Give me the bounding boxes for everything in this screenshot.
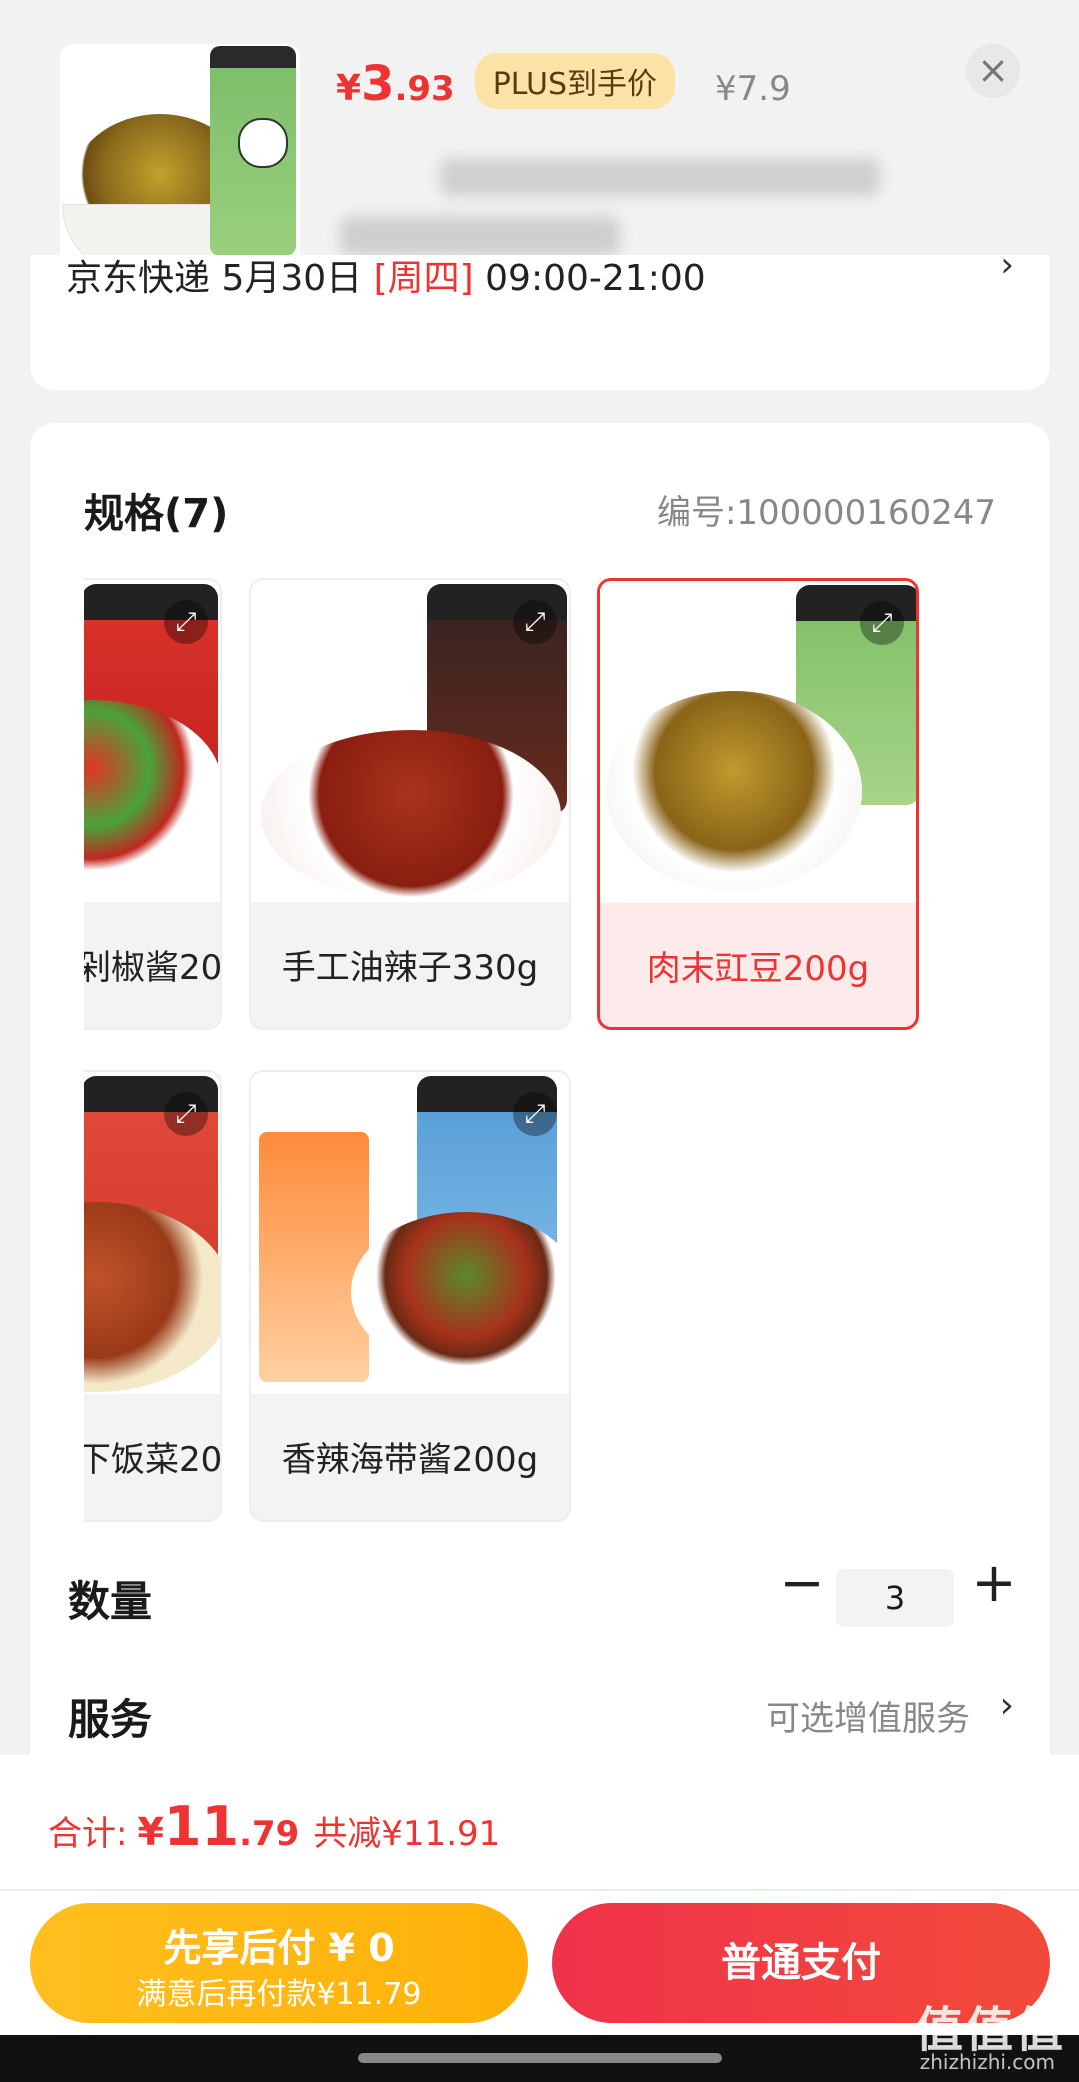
option-image: ⤢ bbox=[600, 581, 916, 903]
total-discount: 共减¥11.91 bbox=[313, 1814, 501, 1854]
pay-later-button[interactable]: 先享后付 ¥ 0 满意后再付款¥11.79 bbox=[30, 1903, 528, 2023]
spec-option[interactable]: ⤢ 香辣海带酱200g bbox=[249, 1070, 571, 1522]
spec-option-label: 手工油辣子330g bbox=[281, 948, 539, 988]
spec-options-grid: ⤢ 剁椒酱200g ⤢ 手工油辣子330g ⤢ bbox=[84, 423, 1050, 1763]
bowl-image bbox=[261, 730, 561, 900]
price-row: ¥ 3 .93 PLUS到手价 ¥7.9 bbox=[336, 53, 791, 116]
close-icon[interactable]: × bbox=[966, 44, 1020, 98]
expand-icon[interactable]: ⤢ bbox=[164, 1092, 208, 1136]
bowl-image bbox=[351, 1212, 569, 1372]
delivery-text: 京东快递 5月30日 [周四] 09:00-21:00 bbox=[66, 255, 706, 301]
spec-option-label: 香辣海带酱200g bbox=[281, 1440, 539, 1480]
spec-option[interactable]: ⤢ 手工油辣子330g bbox=[249, 578, 571, 1030]
pay-later-subtitle: 满意后再付款¥11.79 bbox=[136, 1977, 422, 2012]
spec-option-label: 肉末豇豆200g bbox=[646, 949, 870, 989]
service-hint[interactable]: 可选增值服务 bbox=[766, 1691, 970, 1740]
sku-selector-sheet: ¥ 3 .93 PLUS到手价 ¥7.9 × 京东快递 5月30日 [周四] 0… bbox=[0, 0, 1079, 2082]
chevron-right-icon[interactable]: › bbox=[1000, 1685, 1014, 1726]
delivery-weekday: [周四] bbox=[373, 258, 474, 299]
price-decimal: .93 bbox=[394, 69, 455, 109]
quantity-increment-button[interactable]: + bbox=[964, 1553, 1024, 1613]
spec-option-selected[interactable]: ⤢ 肉末豇豆200g bbox=[597, 578, 919, 1030]
expand-icon[interactable]: ⤢ bbox=[164, 600, 208, 644]
spec-option-label: 下饭菜200g bbox=[84, 1440, 222, 1480]
quantity-decrement-button[interactable]: − bbox=[772, 1555, 832, 1615]
option-image: ⤢ bbox=[251, 1072, 569, 1394]
plus-price-badge: PLUS到手价 bbox=[474, 53, 676, 109]
promo-poster-image bbox=[259, 1132, 369, 1382]
delivery-info-row[interactable]: 京东快递 5月30日 [周四] 09:00-21:00 › bbox=[30, 255, 1050, 390]
watermark-url: zhizhizhi.com bbox=[919, 2050, 1055, 2074]
delivery-date: 京东快递 5月30日 bbox=[66, 258, 374, 299]
price-currency: ¥ bbox=[336, 68, 362, 109]
divider bbox=[0, 1889, 1079, 1891]
expand-icon[interactable]: ⤢ bbox=[513, 600, 557, 644]
quantity-label: 数量 bbox=[68, 1577, 153, 1626]
blurred-text bbox=[440, 158, 880, 196]
option-image: ⤢ bbox=[84, 580, 220, 902]
expand-icon[interactable]: ⤢ bbox=[513, 1092, 557, 1136]
option-image: ⤢ bbox=[251, 580, 569, 902]
chevron-right-icon: › bbox=[1000, 255, 1014, 285]
bowl-image bbox=[606, 691, 862, 891]
spec-panel: 规格(7) 编号:100000160247 ⤢ 剁椒酱200g ⤢ 手工油辣 bbox=[30, 423, 1050, 1763]
option-image: ⤢ bbox=[84, 1072, 220, 1394]
original-price: ¥7.9 bbox=[715, 69, 791, 109]
spec-option-label: 剁椒酱200g bbox=[84, 948, 222, 988]
total-integer: 11 bbox=[163, 1795, 240, 1858]
pay-later-title: 先享后付 ¥ 0 bbox=[163, 1926, 395, 1970]
total-label: 合计: bbox=[48, 1814, 128, 1854]
product-thumbnail bbox=[60, 44, 300, 284]
spec-option[interactable]: ⤢ 剁椒酱200g bbox=[84, 578, 222, 1030]
price-integer: 3 bbox=[361, 56, 395, 112]
delivery-time: 09:00-21:00 bbox=[473, 258, 706, 299]
service-label: 服务 bbox=[68, 1695, 153, 1744]
total-currency: ¥ bbox=[137, 1810, 164, 1854]
quantity-input[interactable]: 3 bbox=[836, 1569, 954, 1627]
blurred-text bbox=[340, 216, 620, 256]
expand-icon[interactable]: ⤢ bbox=[860, 601, 904, 645]
spec-option[interactable]: ⤢ 下饭菜200g bbox=[84, 1070, 222, 1522]
home-indicator[interactable] bbox=[358, 2053, 722, 2063]
total-price: 合计: ¥ 11 .79 共减¥11.91 bbox=[48, 1795, 500, 1858]
total-decimal: .79 bbox=[239, 1814, 300, 1854]
